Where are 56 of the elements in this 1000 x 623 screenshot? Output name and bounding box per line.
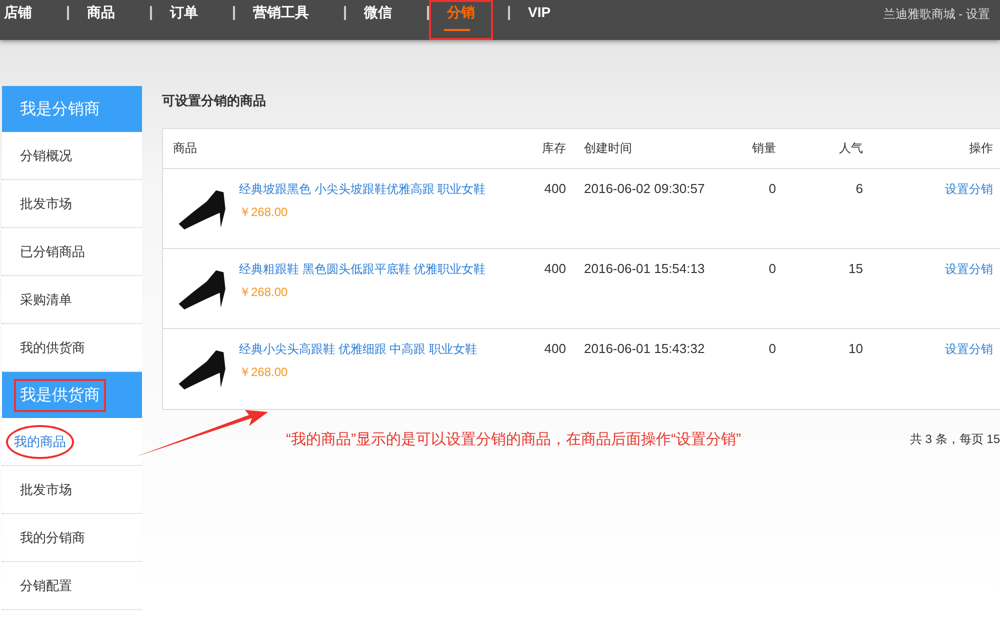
column-header: 库存 <box>541 140 566 157</box>
sidebar-item[interactable]: 采购清单 <box>2 276 142 324</box>
sidebar-item[interactable]: 已分销商品 <box>2 228 142 276</box>
table-cell-text: 400 <box>543 181 566 196</box>
table-cell-text: 0 <box>768 341 776 356</box>
product-name-link[interactable]: 经典坡跟黑色 小尖头坡跟鞋优雅高跟 职业女鞋 <box>239 181 486 198</box>
sidebar-item[interactable]: 批发市场 <box>2 466 142 514</box>
sidebar-item[interactable]: 分销概况 <box>2 132 142 180</box>
table-cell-text: 6 <box>854 181 863 196</box>
column-header: 操作 <box>968 140 993 157</box>
table-cell-text: 400 <box>543 341 566 356</box>
section-title: 我是供货商 <box>14 378 106 412</box>
table-cell-text: 2016-06-02 09:30:57 <box>583 181 706 196</box>
table-cell-text: 10 <box>848 341 863 356</box>
sidebar-item-label: 分销配置 <box>19 576 73 594</box>
column-header: 人气 <box>838 140 863 157</box>
table-cell-text: 2016-06-01 15:54:13 <box>583 261 706 276</box>
table-cell-text: 2016-06-01 15:43:32 <box>583 341 706 356</box>
nav-tab[interactable]: 营销工具 <box>253 0 343 36</box>
nav-tab[interactable]: VIP <box>528 0 585 36</box>
nav-tab[interactable]: 微信 <box>364 0 426 36</box>
sidebar-item-label: 我的分销商 <box>19 528 86 546</box>
column-header: 创建时间 <box>583 140 633 157</box>
product-price: ￥268.00 <box>239 284 289 301</box>
sidebar-item-label: 我的商品 <box>6 424 74 458</box>
sidebar-item[interactable]: 分销配置 <box>2 562 142 610</box>
table-cell-text: 0 <box>768 181 776 196</box>
sidebar-item-label: 采购清单 <box>19 290 73 308</box>
set-distribution-link[interactable]: 设置分销 <box>945 182 993 196</box>
table-cell-text: 15 <box>848 261 863 276</box>
sidebar-item-label: 已分销商品 <box>19 242 86 260</box>
sidebar-item[interactable]: 我的分销商 <box>2 514 142 562</box>
section-title: 我是分销商 <box>19 100 101 120</box>
page-title: 可设置分销的商品 <box>162 92 267 110</box>
set-distribution-link[interactable]: 设置分销 <box>945 342 993 356</box>
set-distribution-link[interactable]: 设置分销 <box>945 262 993 276</box>
column-header: 销量 <box>751 140 776 157</box>
product-price: ￥268.00 <box>239 364 289 381</box>
sidebar-item[interactable]: 我的商品 <box>2 418 142 466</box>
sidebar-item-label: 分销概况 <box>19 146 73 164</box>
sidebar-item-label: 批发市场 <box>19 194 73 212</box>
product-price: ￥268.00 <box>239 204 289 221</box>
product-name-link[interactable]: 经典小尖头高跟鞋 优雅细跟 中高跟 职业女鞋 <box>239 341 478 358</box>
sidebar-item-label: 我的供货商 <box>19 338 86 356</box>
pagination-summary: 共 3 条，每页 15 <box>910 431 1000 448</box>
sidebar-item[interactable]: 批发市场 <box>2 180 142 228</box>
store-settings-link[interactable]: 兰迪雅歌商城 - 设置 <box>883 0 1000 23</box>
nav-tab[interactable]: 店铺 <box>4 0 66 36</box>
table-cell-text: 0 <box>768 261 776 276</box>
column-header: 商品 <box>173 140 198 157</box>
nav-tab[interactable]: 商品 <box>87 0 149 36</box>
annotation-note: “我的商品”显示的是可以设置分销的商品，在商品后面操作“设置分销” <box>286 430 741 449</box>
sidebar-item-label: 批发市场 <box>19 480 73 498</box>
product-name-link[interactable]: 经典粗跟鞋 黑色圆头低跟平底鞋 优雅职业女鞋 <box>239 261 486 278</box>
table-cell-text: 400 <box>543 261 566 276</box>
nav-tab[interactable]: 订单 <box>170 0 232 36</box>
